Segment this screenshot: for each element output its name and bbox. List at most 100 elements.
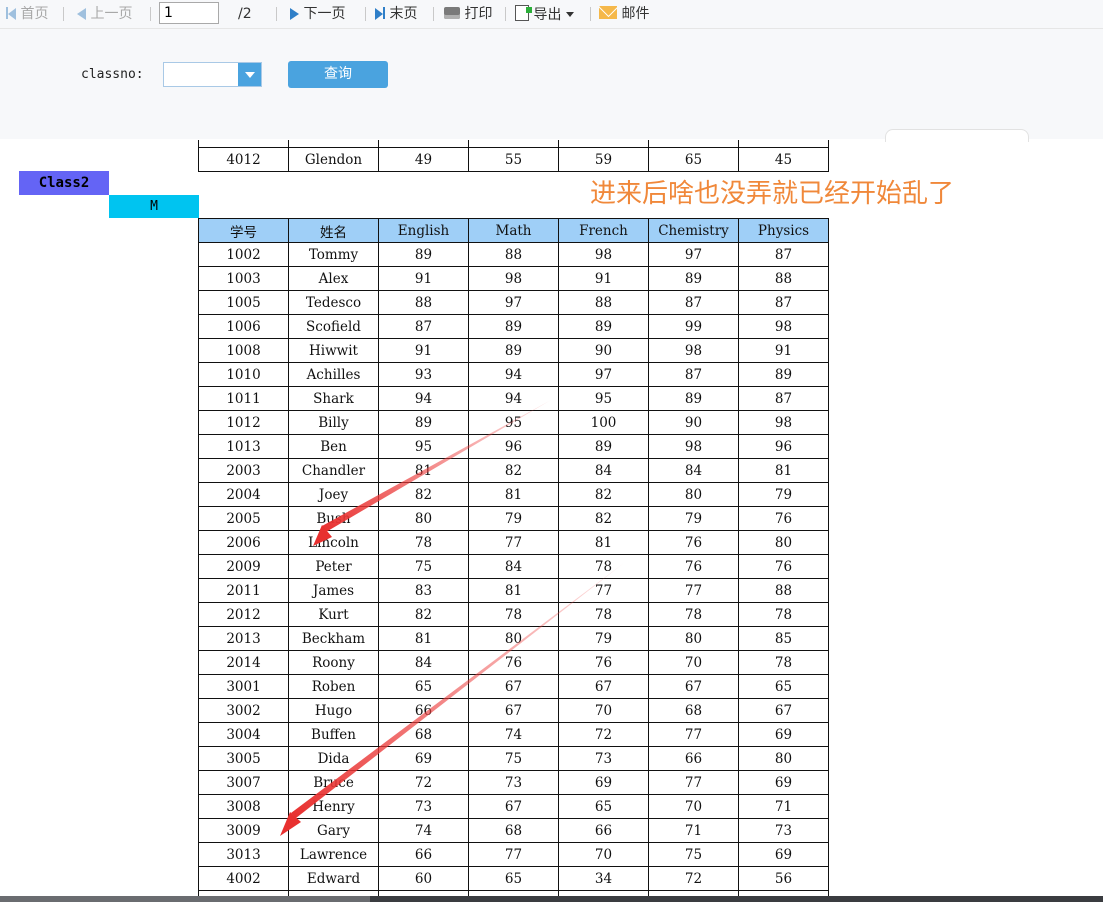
table-cell: Buffen	[288, 722, 379, 747]
table-row: 1013 Ben 95 96 89 98 96	[198, 434, 829, 459]
table-cell: 2012	[198, 602, 289, 627]
prev-page-button[interactable]: 上一页	[77, 5, 132, 23]
table-cell: Shark	[288, 386, 379, 411]
table-row: 3002 Hugo 66 67 70 68 67	[198, 698, 829, 723]
subgroup-label: M	[109, 195, 199, 218]
last-page-button[interactable]: 末页	[375, 5, 417, 23]
table-cell: 1008	[198, 338, 289, 363]
next-page-label: 下一页	[303, 6, 346, 22]
table-cell: 84	[468, 554, 559, 579]
table-cell: 78	[738, 602, 829, 627]
table-cell: 73	[468, 770, 559, 795]
print-button[interactable]: 打印	[444, 5, 492, 23]
table-cell: 75	[648, 842, 739, 867]
table-cell: 56	[738, 866, 829, 891]
table-cell: 97	[558, 362, 649, 387]
table-cell: 66	[558, 140, 649, 148]
printer-icon	[444, 7, 460, 19]
first-page-button[interactable]: 首页	[6, 5, 48, 23]
table-cell: 89	[468, 314, 559, 339]
table-cell: 69	[558, 770, 649, 795]
table-cell: 73	[558, 746, 649, 771]
table-cell: 66	[378, 698, 469, 723]
table-cell: 69	[378, 746, 469, 771]
page-number-input[interactable]	[159, 2, 219, 24]
classno-combo[interactable]	[163, 62, 262, 87]
table-row: 3013 Lawrence 66 77 70 75 69	[198, 842, 829, 867]
table-row: 1005 Tedesco 88 97 88 87 87	[198, 290, 829, 315]
table-cell: 98	[648, 434, 739, 459]
table-cell: 70	[558, 698, 649, 723]
table-cell: 76	[738, 554, 829, 579]
table-row: 2013 Beckham 81 80 79 80 85	[198, 626, 829, 651]
table-cell: Bruce	[288, 770, 379, 795]
query-button[interactable]: 查询	[288, 61, 388, 88]
table-cell: Edward	[288, 866, 379, 891]
table-row: 3008 Henry 73 67 65 70 71	[198, 794, 829, 819]
table-cell: 94	[468, 386, 559, 411]
table-cell: 80	[468, 626, 559, 651]
export-icon	[515, 5, 532, 21]
table-cell: 88	[468, 242, 559, 267]
table-cell: 55	[468, 147, 559, 172]
table-row: 1003 Alex 91 98 91 89 88	[198, 266, 829, 291]
table-row: 1011 Shark 94 94 95 89 87	[198, 386, 829, 411]
table-cell: 87	[648, 362, 739, 387]
toolbar-divider	[150, 7, 151, 21]
table-cell: 65	[558, 794, 649, 819]
table-header-row: 学号 姓名 English Math French Chemistry Physics	[198, 218, 829, 243]
total-pages-label: /2	[238, 6, 252, 22]
table-cell: 71	[738, 794, 829, 819]
table-cell: Lincoln	[288, 530, 379, 555]
table-cell: 81	[378, 458, 469, 483]
mail-button[interactable]: 邮件	[599, 5, 649, 23]
scrollbar-thumb[interactable]	[0, 896, 370, 902]
table-cell: Beckham	[288, 626, 379, 651]
table-cell: 78	[648, 602, 739, 627]
table-cell: 2005	[198, 506, 289, 531]
table-cell: 3008	[198, 794, 289, 819]
table-cell: 100	[558, 410, 649, 435]
table-cell: 84	[648, 458, 739, 483]
table-cell: 95	[378, 434, 469, 459]
table-cell: Scofield	[288, 314, 379, 339]
table-cell: 87	[738, 386, 829, 411]
export-label: 导出	[533, 7, 562, 23]
table-cell: 70	[648, 650, 739, 675]
table-row: 2009 Peter 75 84 78 76 76	[198, 554, 829, 579]
table-row: 1006 Scofield 87 89 89 99 98	[198, 314, 829, 339]
table-row: 2004 Joey 82 81 82 80 79	[198, 482, 829, 507]
table-cell: 97	[468, 290, 559, 315]
horizontal-scrollbar[interactable]	[0, 896, 1103, 902]
table-cell: 89	[468, 338, 559, 363]
table-cell: 73	[738, 818, 829, 843]
table-cell: Peter	[288, 554, 379, 579]
table-cell: 65	[738, 674, 829, 699]
table-cell: 79	[648, 506, 739, 531]
table-cell: 60	[378, 866, 469, 891]
export-button[interactable]: 导出	[515, 5, 574, 23]
table-cell: 76	[648, 554, 739, 579]
first-page-label: 首页	[20, 6, 49, 22]
table-cell: 75	[468, 746, 559, 771]
table-cell: Gaad	[288, 140, 379, 148]
table-cell: 67	[468, 794, 559, 819]
table-cell: 89	[558, 314, 649, 339]
toolbar-divider	[590, 7, 591, 21]
table-cell: 4002	[198, 866, 289, 891]
table-cell: 98	[558, 242, 649, 267]
table-row: 3009 Gary 74 68 66 71 73	[198, 818, 829, 843]
table-cell: Achilles	[288, 362, 379, 387]
table-cell: James	[288, 578, 379, 603]
combo-dropdown-icon[interactable]	[238, 63, 261, 86]
table-cell: Roben	[288, 674, 379, 699]
next-page-button[interactable]: 下一页	[290, 5, 345, 23]
column-header: 姓名	[288, 218, 379, 243]
table-cell: Chandler	[288, 458, 379, 483]
table-cell: 77	[648, 770, 739, 795]
table-cell: Hugo	[288, 698, 379, 723]
column-header: Chemistry	[648, 218, 739, 243]
chevron-down-icon	[565, 12, 574, 17]
table-cell: 82	[378, 602, 469, 627]
table-cell: 89	[378, 242, 469, 267]
